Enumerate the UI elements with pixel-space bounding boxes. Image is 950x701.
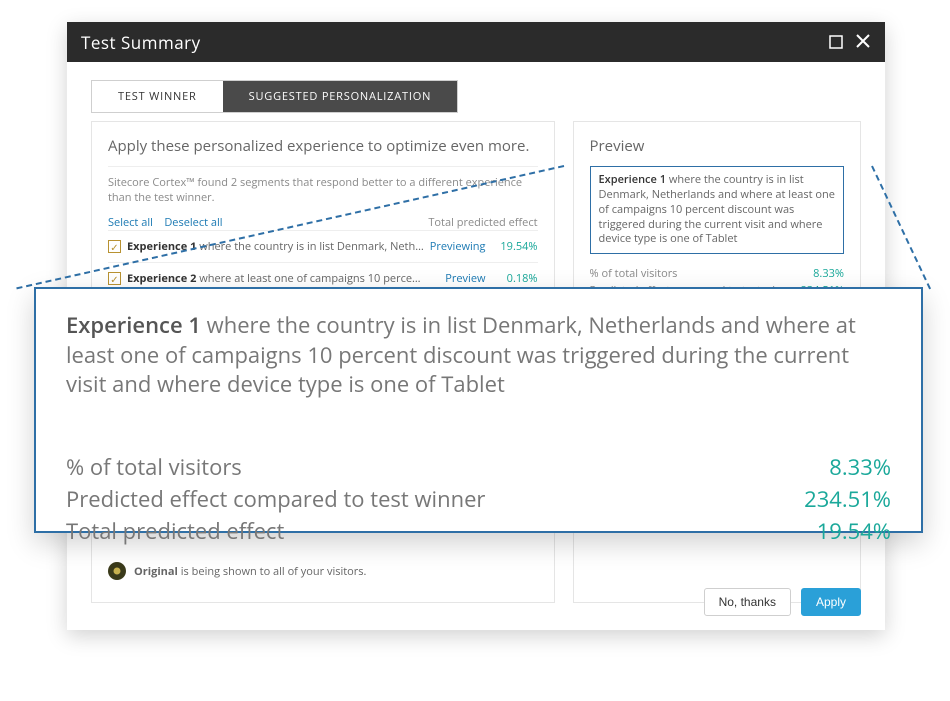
zoom-description: Experience 1 where the country is in lis… — [66, 311, 891, 400]
intro-text: Sitecore Cortex™ found 2 segments that r… — [108, 175, 538, 205]
checkbox-icon[interactable]: ✓ — [108, 272, 121, 285]
tab-suggested-personalization[interactable]: SUGGESTED PERSONALIZATION — [223, 80, 459, 113]
total-predicted-label: Total predicted effect — [428, 215, 537, 230]
stat-label: % of total visitors — [590, 266, 678, 281]
metric-label: % of total visitors — [66, 452, 242, 482]
predicted-effect-value: 19.54% — [492, 239, 538, 254]
footer-actions: No, thanks Apply — [704, 588, 861, 616]
select-all-link[interactable]: Select all — [108, 215, 153, 230]
experience-row: ✓ Experience 1 where the country is in l… — [108, 230, 538, 262]
deselect-all-link[interactable]: Deselect all — [164, 215, 222, 230]
tab-test-winner[interactable]: TEST WINNER — [91, 80, 223, 113]
preview-heading: Preview — [590, 136, 844, 156]
metric-value: 19.54% — [817, 516, 891, 546]
metric-value: 234.51% — [804, 484, 891, 514]
titlebar: Test Summary — [67, 22, 885, 62]
personalization-heading: Apply these personalized experience to o… — [108, 136, 538, 156]
zoom-callout: Experience 1 where the country is in lis… — [34, 287, 923, 533]
preview-description-box: Experience 1 where the country is in lis… — [590, 166, 844, 254]
window-title: Test Summary — [81, 31, 201, 54]
metric-label: Total predicted effect — [66, 516, 284, 546]
maximize-icon[interactable] — [829, 31, 843, 54]
original-badge-icon — [108, 562, 126, 580]
preview-link[interactable]: Previewing — [430, 239, 486, 254]
metric-label: Predicted effect compared to test winner — [66, 484, 485, 514]
predicted-effect-value: 0.18% — [492, 271, 538, 286]
no-thanks-button[interactable]: No, thanks — [704, 588, 791, 616]
apply-button[interactable]: Apply — [801, 588, 861, 616]
stat-value: 8.33% — [813, 266, 844, 281]
experience-name: Experience 2 where at least one of campa… — [127, 271, 439, 286]
original-info: Original is being shown to all of your v… — [108, 554, 538, 588]
tabs: TEST WINNER SUGGESTED PERSONALIZATION — [67, 62, 885, 121]
metric-value: 8.33% — [829, 452, 891, 482]
close-icon[interactable] — [855, 31, 871, 54]
checkbox-icon[interactable]: ✓ — [108, 240, 121, 253]
preview-link[interactable]: Preview — [445, 271, 485, 286]
